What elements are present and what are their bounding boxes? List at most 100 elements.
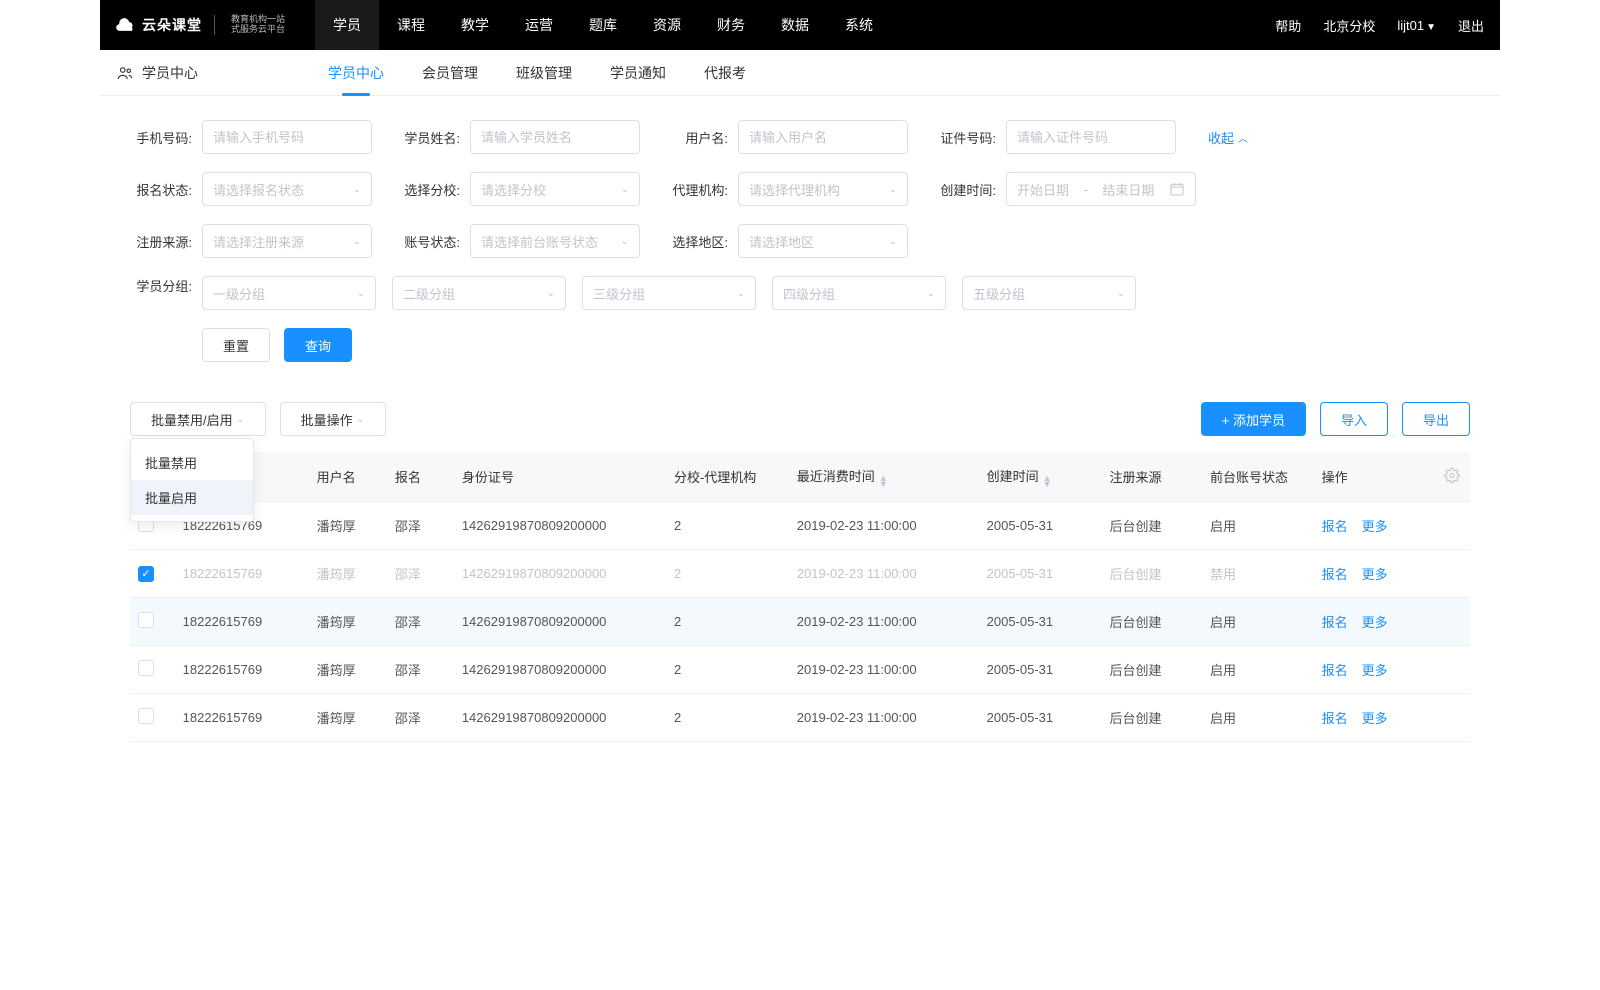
row-checkbox[interactable] xyxy=(138,660,154,676)
bulk-action-button[interactable]: 批量操作 ⌄ xyxy=(280,402,386,436)
action-signup[interactable]: 报名 xyxy=(1322,567,1348,582)
table-row[interactable]: ✓18222615769潘筠厚邵泽14262919870809200000220… xyxy=(130,550,1470,598)
bulk-toggle-button[interactable]: 批量禁用/启用 ⌄ xyxy=(130,402,266,436)
cell-source: 后台创建 xyxy=(1101,694,1202,742)
nav-resource[interactable]: 资源 xyxy=(635,0,699,50)
action-signup[interactable]: 报名 xyxy=(1322,663,1348,678)
row-checkbox[interactable] xyxy=(138,612,154,628)
action-more[interactable]: 更多 xyxy=(1362,519,1388,534)
table-row[interactable]: 18222615769潘筠厚邵泽142629198708092000002201… xyxy=(130,646,1470,694)
collapse-toggle[interactable]: 收起 ︿ xyxy=(1208,128,1248,147)
tab-class-mgmt[interactable]: 班级管理 xyxy=(516,51,572,95)
action-more[interactable]: 更多 xyxy=(1362,615,1388,630)
row-checkbox[interactable] xyxy=(138,708,154,724)
page-title: 学员中心 xyxy=(142,63,198,83)
cell-branch: 2 xyxy=(666,502,789,550)
group3-select[interactable]: 三级分组⌄ xyxy=(582,276,756,310)
search-button[interactable]: 查询 xyxy=(284,328,352,362)
agency-select[interactable]: 请选择代理机构⌄ xyxy=(738,172,908,206)
cell-source: 后台创建 xyxy=(1101,502,1202,550)
group2-select[interactable]: 二级分组⌄ xyxy=(392,276,566,310)
chevron-down-icon: ⌄ xyxy=(353,236,361,247)
action-more[interactable]: 更多 xyxy=(1362,711,1388,726)
label-branch: 选择分校: xyxy=(398,180,460,199)
tab-student-center[interactable]: 学员中心 xyxy=(328,51,384,95)
cell-branch: 2 xyxy=(666,598,789,646)
tab-member-mgmt[interactable]: 会员管理 xyxy=(422,51,478,95)
label-idno: 证件号码: xyxy=(934,128,996,147)
idno-input[interactable] xyxy=(1006,120,1176,154)
nav-students[interactable]: 学员 xyxy=(315,0,379,50)
nav-teaching[interactable]: 教学 xyxy=(443,0,507,50)
table-row[interactable]: 18222615769潘筠厚邵泽142629198708092000002201… xyxy=(130,502,1470,550)
cell-idno: 14262919870809200000 xyxy=(454,550,666,598)
top-nav-menu: 学员 课程 教学 运营 题库 资源 财务 数据 系统 xyxy=(315,0,891,50)
region-select[interactable]: 请选择地区⌄ xyxy=(738,224,908,258)
label-acctstatus: 账号状态: xyxy=(398,232,460,251)
tab-student-notify[interactable]: 学员通知 xyxy=(610,51,666,95)
cell-idno: 14262919870809200000 xyxy=(454,502,666,550)
gear-icon[interactable] xyxy=(1444,467,1460,486)
import-button[interactable]: 导入 xyxy=(1320,402,1388,436)
group5-select[interactable]: 五级分组⌄ xyxy=(962,276,1136,310)
col-lasttime[interactable]: 最近消费时间▲▼ xyxy=(789,452,979,502)
name-input[interactable] xyxy=(470,120,640,154)
sub-nav: 学员中心 学员中心 会员管理 班级管理 学员通知 代报考 xyxy=(100,50,1500,96)
enrollstatus-select[interactable]: 请选择报名状态⌄ xyxy=(202,172,372,206)
cell-created: 2005-05-31 xyxy=(979,646,1102,694)
phone-input[interactable] xyxy=(202,120,372,154)
nav-courses[interactable]: 课程 xyxy=(379,0,443,50)
branch-select[interactable]: 请选择分校⌄ xyxy=(470,172,640,206)
group1-select[interactable]: 一级分组⌄ xyxy=(202,276,376,310)
dropdown-enable[interactable]: 批量启用 xyxy=(131,480,253,515)
help-link[interactable]: 帮助 xyxy=(1275,16,1301,35)
created-daterange[interactable]: 开始日期 - 结束日期 xyxy=(1006,172,1196,206)
export-button[interactable]: 导出 xyxy=(1402,402,1470,436)
row-checkbox[interactable]: ✓ xyxy=(138,566,154,582)
col-user[interactable]: 用户名 xyxy=(309,452,387,502)
action-signup[interactable]: 报名 xyxy=(1322,519,1348,534)
regsource-select[interactable]: 请选择注册来源⌄ xyxy=(202,224,372,258)
nav-data[interactable]: 数据 xyxy=(763,0,827,50)
cell-reg: 邵泽 xyxy=(387,598,454,646)
sort-icon: ▲▼ xyxy=(1043,475,1052,487)
col-reg[interactable]: 报名 xyxy=(387,452,454,502)
group4-select[interactable]: 四级分组⌄ xyxy=(772,276,946,310)
table-row[interactable]: 18222615769潘筠厚邵泽142629198708092000002201… xyxy=(130,694,1470,742)
branch-link[interactable]: 北京分校 xyxy=(1323,16,1375,35)
username-input[interactable] xyxy=(738,120,908,154)
top-nav-right: 帮助 北京分校 lijt01▼ 退出 xyxy=(1275,16,1484,35)
action-signup[interactable]: 报名 xyxy=(1322,711,1348,726)
acctstatus-select[interactable]: 请选择前台账号状态⌄ xyxy=(470,224,640,258)
nav-system[interactable]: 系统 xyxy=(827,0,891,50)
col-source[interactable]: 注册来源 xyxy=(1101,452,1202,502)
tab-proxy-exam[interactable]: 代报考 xyxy=(704,51,746,95)
nav-finance[interactable]: 财务 xyxy=(699,0,763,50)
cell-actions: 报名更多 xyxy=(1314,694,1470,742)
user-menu[interactable]: lijt01▼ xyxy=(1397,18,1436,33)
col-created[interactable]: 创建时间▲▼ xyxy=(979,452,1102,502)
col-status[interactable]: 前台账号状态 xyxy=(1202,452,1314,502)
cell-user: 潘筠厚 xyxy=(309,550,387,598)
action-signup[interactable]: 报名 xyxy=(1322,615,1348,630)
chevron-down-icon: ⌄ xyxy=(927,288,935,299)
cell-status: 启用 xyxy=(1202,598,1314,646)
reset-button[interactable]: 重置 xyxy=(202,328,270,362)
col-idno[interactable]: 身份证号 xyxy=(454,452,666,502)
label-name: 学员姓名: xyxy=(398,128,460,147)
action-more[interactable]: 更多 xyxy=(1362,663,1388,678)
chevron-down-icon: ⌄ xyxy=(236,414,244,425)
chevron-down-icon: ⌄ xyxy=(353,184,361,195)
logout-link[interactable]: 退出 xyxy=(1458,16,1484,35)
col-actions: 操作 xyxy=(1314,452,1470,502)
dropdown-disable[interactable]: 批量禁用 xyxy=(131,445,253,480)
cell-user: 潘筠厚 xyxy=(309,502,387,550)
nav-question[interactable]: 题库 xyxy=(571,0,635,50)
cell-idno: 14262919870809200000 xyxy=(454,694,666,742)
col-branch[interactable]: 分校-代理机构 xyxy=(666,452,789,502)
action-more[interactable]: 更多 xyxy=(1362,567,1388,582)
nav-ops[interactable]: 运营 xyxy=(507,0,571,50)
table-row[interactable]: 18222615769潘筠厚邵泽142629198708092000002201… xyxy=(130,598,1470,646)
add-student-button[interactable]: + 添加学员 xyxy=(1201,402,1306,436)
sub-tabs: 学员中心 会员管理 班级管理 学员通知 代报考 xyxy=(328,51,746,95)
